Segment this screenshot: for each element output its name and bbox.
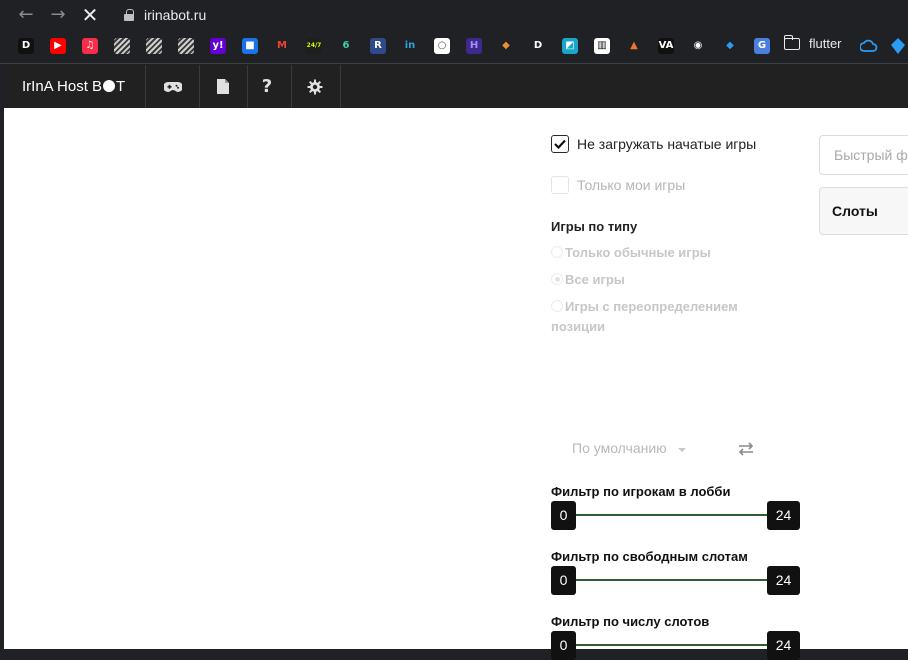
striped-icon[interactable]	[178, 38, 194, 54]
radio-button[interactable]	[551, 300, 563, 312]
radio-override-games[interactable]: Игры с переопределением позиции	[551, 297, 781, 337]
striped-icon[interactable]	[146, 38, 162, 54]
slider-max-handle[interactable]: 24	[767, 501, 800, 530]
slider-track	[575, 644, 768, 646]
settings-icon	[307, 79, 323, 94]
bookmark-folder-flutter[interactable]: flutter	[783, 34, 842, 51]
nav-docs[interactable]	[199, 65, 247, 108]
bookmark-folder-label: flutter	[809, 36, 842, 51]
slot-count-range-slider[interactable]: 0 24	[551, 631, 800, 660]
r-icon[interactable]: R	[370, 38, 386, 54]
gamepad-icon	[164, 81, 182, 92]
players-range-slider[interactable]: 0 24	[551, 501, 800, 530]
slider-title-free-slots: Фильтр по свободным слотам	[551, 549, 748, 564]
app-page: IrInA Host B T ? Не загружать начатые игр…	[4, 65, 908, 660]
translate-icon[interactable]: G	[754, 38, 770, 54]
address-bar[interactable]: irinabot.ru	[112, 0, 908, 30]
bookmarks-bar: flutter D ▶ ♫ y! ■ M 24/7 6 Rin ○ H ◆ D ◩ ▥ ▲ VA ◉ ◆ G	[0, 30, 908, 64]
radio-label: Игры с переопределением позиции	[551, 299, 738, 334]
spiral-icon[interactable]: 6	[338, 38, 354, 54]
radio-all-games[interactable]: Все игры	[551, 270, 781, 290]
tent-icon[interactable]: ▲	[626, 38, 642, 54]
calendar-247-icon[interactable]: 24/7	[306, 38, 322, 54]
square-icon[interactable]: ◩	[562, 38, 578, 54]
nav-divider	[340, 65, 341, 108]
d-icon[interactable]: D	[530, 38, 546, 54]
nav-help[interactable]: ?	[243, 65, 291, 108]
hide-started-checkbox-row[interactable]: Не загружать начатые игры	[551, 135, 756, 153]
browser-toolbar: ← → ✕ irinabot.ru	[0, 0, 908, 30]
slider-title-players: Фильтр по игрокам в лобби	[551, 484, 731, 499]
slider-track	[575, 514, 768, 516]
stop-loading-icon[interactable]: ✕	[79, 4, 101, 26]
dart-icon[interactable]	[890, 37, 906, 55]
circle-logo-icon[interactable]: ○	[434, 38, 450, 54]
hide-started-checkbox[interactable]	[551, 135, 569, 153]
brand-logo[interactable]: IrInA Host B T	[22, 65, 125, 108]
back-arrow-icon[interactable]: ←	[15, 4, 37, 26]
chat-icon[interactable]: ■	[242, 38, 258, 54]
folder-icon	[783, 34, 800, 50]
slider-max-handle[interactable]: 24	[767, 631, 800, 660]
url-text[interactable]: irinabot.ru	[144, 7, 206, 23]
slider-min-handle[interactable]: 0	[551, 631, 576, 660]
top-navbar: IrInA Host B T ?	[4, 65, 908, 108]
slots-column-header[interactable]: Слоты	[819, 187, 908, 235]
va-icon[interactable]: VA	[658, 38, 674, 54]
gmail-icon[interactable]: M	[274, 38, 290, 54]
nav-games[interactable]	[149, 65, 197, 108]
radio-button[interactable]	[551, 246, 563, 258]
yahoo-icon[interactable]: y!	[210, 38, 226, 54]
radio-normal-games[interactable]: Только обычные игры	[551, 243, 781, 263]
fox-icon[interactable]: ◆	[498, 38, 514, 54]
brand-dot-icon	[103, 80, 116, 92]
hide-started-label: Не загружать начатые игры	[577, 136, 757, 152]
striped-icon[interactable]	[114, 38, 130, 54]
only-mine-checkbox-row[interactable]: Только мои игры	[551, 176, 685, 194]
slider-max-handle[interactable]: 24	[767, 566, 800, 595]
d-icon[interactable]: D	[18, 38, 34, 54]
document-icon	[217, 79, 229, 94]
globe-icon[interactable]: ◉	[690, 38, 706, 54]
radio-button[interactable]	[551, 273, 563, 285]
radio-label: Все игры	[565, 272, 625, 287]
brand-text-prefix: IrInA Host B	[22, 78, 103, 95]
sort-select[interactable]: По умолчанию	[572, 440, 667, 456]
checkmark-icon	[554, 139, 566, 149]
swap-order-icon[interactable]	[737, 440, 755, 458]
slider-min-handle[interactable]: 0	[551, 566, 576, 595]
nav-divider	[145, 65, 146, 108]
free-slots-range-slider[interactable]: 0 24	[551, 566, 800, 595]
brand-text-suffix: T	[116, 78, 126, 95]
chevron-down-icon	[678, 448, 686, 452]
slider-title-slot-count: Фильтр по числу слотов	[551, 614, 710, 629]
lock-icon	[124, 9, 134, 21]
dart-icon[interactable]: ◆	[722, 38, 738, 54]
nav-settings[interactable]	[291, 65, 339, 108]
forward-arrow-icon[interactable]: →	[47, 4, 69, 26]
h-icon[interactable]: H	[466, 38, 482, 54]
quick-filter-input[interactable]: Быстрый ф	[819, 135, 908, 175]
music-icon[interactable]: ♫	[82, 38, 98, 54]
help-icon: ?	[261, 76, 273, 97]
radio-label: Только обычные игры	[565, 245, 711, 260]
only-mine-checkbox[interactable]	[551, 176, 569, 194]
game-type-title: Игры по типу	[551, 219, 638, 234]
cloud-icon[interactable]	[860, 38, 878, 54]
only-mine-label: Только мои игры	[577, 177, 686, 193]
slider-min-handle[interactable]: 0	[551, 501, 576, 530]
in-icon[interactable]: in	[402, 38, 418, 54]
sort-row: По умолчанию	[551, 435, 761, 465]
slider-track	[575, 579, 768, 581]
trello-icon[interactable]: ▥	[594, 38, 610, 54]
youtube-icon[interactable]: ▶	[50, 38, 66, 54]
